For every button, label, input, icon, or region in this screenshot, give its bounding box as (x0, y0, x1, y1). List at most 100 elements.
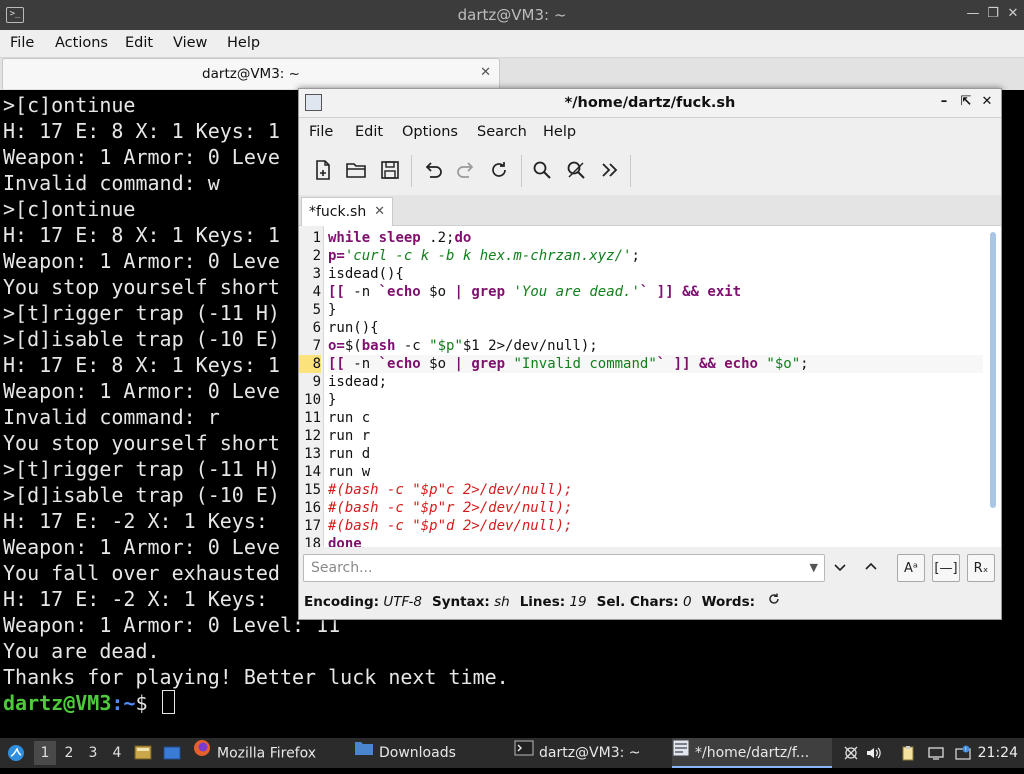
task-text-editor[interactable]: */home/dartz/f... (672, 738, 832, 768)
refresh-icon[interactable] (767, 587, 781, 617)
code-editor[interactable]: 1 2 3 4 5 6 7 8 9 10 11 12 13 14 15 16 17 18 while sleep … (299, 226, 1001, 547)
code-line: [[ -n `echo $o | grep "Invalid command"`… (328, 355, 983, 373)
line-number: 8 (299, 355, 321, 373)
open-folder-icon[interactable] (342, 156, 370, 184)
editor-menu-search[interactable]: Search (477, 118, 527, 146)
editor-tab[interactable]: *fuck.sh ✕ (301, 197, 393, 226)
terminal-line: Weapon: 1 Armor: 0 Leve (3, 379, 280, 403)
find-icon[interactable] (528, 156, 556, 184)
regex-icon[interactable]: Rₓ (967, 554, 995, 582)
code-token: "Invalid command" (513, 356, 657, 372)
terminal-line: >[d]isable trap (-10 E) (3, 327, 280, 351)
display-icon[interactable] (928, 745, 944, 761)
editor-tabbar: *fuck.sh ✕ (299, 195, 1001, 226)
code-token: $o (420, 356, 455, 372)
close-icon[interactable]: ✕ (979, 94, 995, 110)
show-desktop-icon[interactable] (134, 738, 152, 768)
search-input[interactable]: Search... ▼ (303, 554, 825, 582)
editor-menu-file[interactable]: File (309, 118, 333, 146)
terminal-titlebar[interactable]: >_ dartz@VM3: ~ — ❐ ✕ (0, 0, 1024, 30)
line-number: 1 (312, 230, 321, 246)
reload-icon[interactable] (485, 156, 513, 184)
toolbar-separator (630, 155, 631, 187)
clipboard-icon[interactable] (900, 745, 916, 761)
whole-word-icon[interactable]: [—] (932, 554, 960, 582)
task-downloads[interactable]: Downloads (354, 738, 504, 768)
line-number: 17 (304, 518, 321, 534)
toolbar-separator (521, 155, 522, 187)
terminal-menu-view[interactable]: View (173, 30, 207, 57)
save-icon[interactable] (376, 156, 404, 184)
code-token: run r (328, 428, 371, 444)
tab-close-icon[interactable]: ✕ (480, 65, 491, 80)
code-token: run c (328, 410, 371, 426)
terminal-menu-help[interactable]: Help (227, 30, 260, 57)
maximize-icon[interactable]: ⇱ (958, 94, 974, 110)
clock[interactable]: 21:24 (978, 738, 1018, 768)
code-token: -n (344, 356, 379, 372)
text-editor-window: */home/dartz/fuck.sh – ⇱ ✕ File Edit Opt… (298, 88, 1002, 620)
task-firefox[interactable]: Mozilla Firefox (192, 738, 342, 768)
network-icon[interactable] (843, 745, 859, 761)
editor-menu-options[interactable]: Options (402, 118, 458, 146)
code-line: } (328, 301, 983, 319)
code-token: #(bash -c "$p"r 2>/dev/null); (328, 500, 573, 516)
terminal-menu-file[interactable]: File (10, 30, 34, 57)
terminal-line: Invalid command: w (3, 171, 220, 195)
new-file-icon[interactable] (309, 156, 337, 184)
maximize-icon[interactable]: ❐ (984, 5, 1002, 23)
terminal-tab[interactable]: dartz@VM3: ~ ✕ (2, 58, 500, 89)
folder-icon (354, 738, 374, 768)
code-line: run d (328, 445, 983, 463)
editor-menu-help[interactable]: Help (543, 118, 576, 146)
match-case-icon[interactable]: Aᵃ (897, 554, 925, 582)
workspace-4[interactable]: 4 (106, 741, 128, 765)
code-token: && (682, 284, 699, 300)
minimize-icon[interactable]: – (936, 94, 952, 110)
editor-menu-edit[interactable]: Edit (355, 118, 383, 146)
code-token: isdead; (328, 374, 388, 390)
terminal-menu-actions[interactable]: Actions (55, 30, 108, 57)
find-replace-icon[interactable] (562, 156, 590, 184)
code-token: ` (656, 356, 666, 372)
more-actions-icon[interactable] (596, 156, 624, 184)
workspace-3[interactable]: 3 (82, 741, 104, 765)
update-notifier-icon[interactable]: ! (955, 745, 971, 761)
encoding-label: Encoding: (304, 594, 380, 610)
workspace-1[interactable]: 1 (34, 741, 56, 765)
vertical-scrollbar[interactable] (990, 232, 996, 508)
code-token: #(bash -c "$p"c 2>/dev/null); (328, 482, 573, 498)
find-previous-icon[interactable] (858, 554, 884, 580)
code-token: p= (328, 248, 345, 264)
svg-text:!: ! (965, 746, 967, 753)
minimize-icon[interactable]: — (964, 5, 982, 23)
undo-icon[interactable] (419, 156, 447, 184)
code-token: done (328, 536, 362, 547)
terminal-window-title: dartz@VM3: ~ (457, 6, 567, 24)
terminal-line: H: 17 E: 8 X: 1 Keys: 1 (3, 223, 280, 247)
redo-icon[interactable] (452, 156, 480, 184)
terminal-tab-title: dartz@VM3: ~ (202, 66, 300, 82)
code-line: done (328, 535, 983, 547)
start-menu-icon[interactable] (6, 738, 26, 768)
task-terminal[interactable]: dartz@VM3: ~ (514, 738, 664, 768)
editor-titlebar[interactable]: */home/dartz/fuck.sh – ⇱ ✕ (299, 89, 1001, 118)
terminal-menu-edit[interactable]: Edit (125, 30, 153, 57)
chevron-down-icon[interactable]: ▼ (810, 555, 818, 581)
volume-icon[interactable] (865, 745, 881, 761)
code-token: ; (631, 248, 640, 264)
workspace-2[interactable]: 2 (58, 741, 80, 765)
editor-toolbar (299, 147, 1001, 193)
tab-close-icon[interactable]: ✕ (374, 198, 385, 226)
close-icon[interactable]: ✕ (1004, 5, 1022, 23)
lines-value: 19 (569, 594, 587, 610)
find-next-icon[interactable] (827, 554, 853, 580)
code-token: grep (471, 356, 506, 372)
terminal-line: Weapon: 1 Armor: 0 Level: 11 (3, 613, 341, 637)
code-token: $1 2>/dev/null); (462, 338, 598, 354)
text-editor-icon (672, 738, 690, 766)
window-switcher-icon[interactable] (163, 738, 181, 768)
